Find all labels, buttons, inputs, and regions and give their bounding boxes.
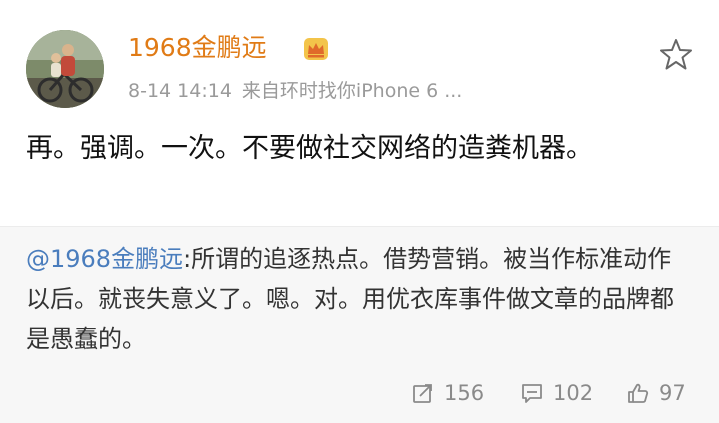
repost-content: @1968金鹏远:所谓的追逐热点。借势营销。被当作标准动作以后。就丧失意义了。嗯… — [26, 239, 694, 359]
author-name[interactable]: 1968金鹏远 — [128, 31, 267, 65]
comment-icon — [522, 384, 542, 403]
like-button[interactable]: 97 — [627, 377, 686, 409]
comment-button[interactable]: 102 — [521, 377, 593, 409]
star-outline-icon[interactable] — [659, 37, 693, 71]
repost-button[interactable]: 156 — [412, 377, 484, 409]
like-count: 97 — [659, 381, 686, 405]
repost-block[interactable]: @1968金鹏远:所谓的追逐热点。借势营销。被当作标准动作以后。就丧失意义了。嗯… — [0, 226, 719, 423]
avatar[interactable] — [26, 30, 104, 108]
comment-count: 102 — [553, 381, 594, 405]
post-meta: 8-14 14:14 来自环时找你iPhone 6 ... — [128, 78, 462, 104]
repost-count: 156 — [444, 381, 485, 405]
thumbs-up-icon — [628, 383, 649, 403]
post-content: 再。强调。一次。不要做社交网络的造粪机器。 — [26, 133, 593, 164]
weibo-card: 1968金鹏远 8-14 14:14 来自环时找你iPhone 6 ... 再。强… — [0, 0, 719, 423]
repost-mention[interactable]: @1968金鹏远 — [26, 245, 183, 273]
avatar-photo — [26, 30, 104, 108]
post-time: 8-14 14:14 — [128, 80, 232, 102]
crown-icon — [304, 38, 328, 60]
repost-icon — [413, 384, 432, 403]
post-source[interactable]: 来自环时找你iPhone 6 ... — [242, 80, 462, 102]
repost-separator: : — [183, 245, 192, 273]
